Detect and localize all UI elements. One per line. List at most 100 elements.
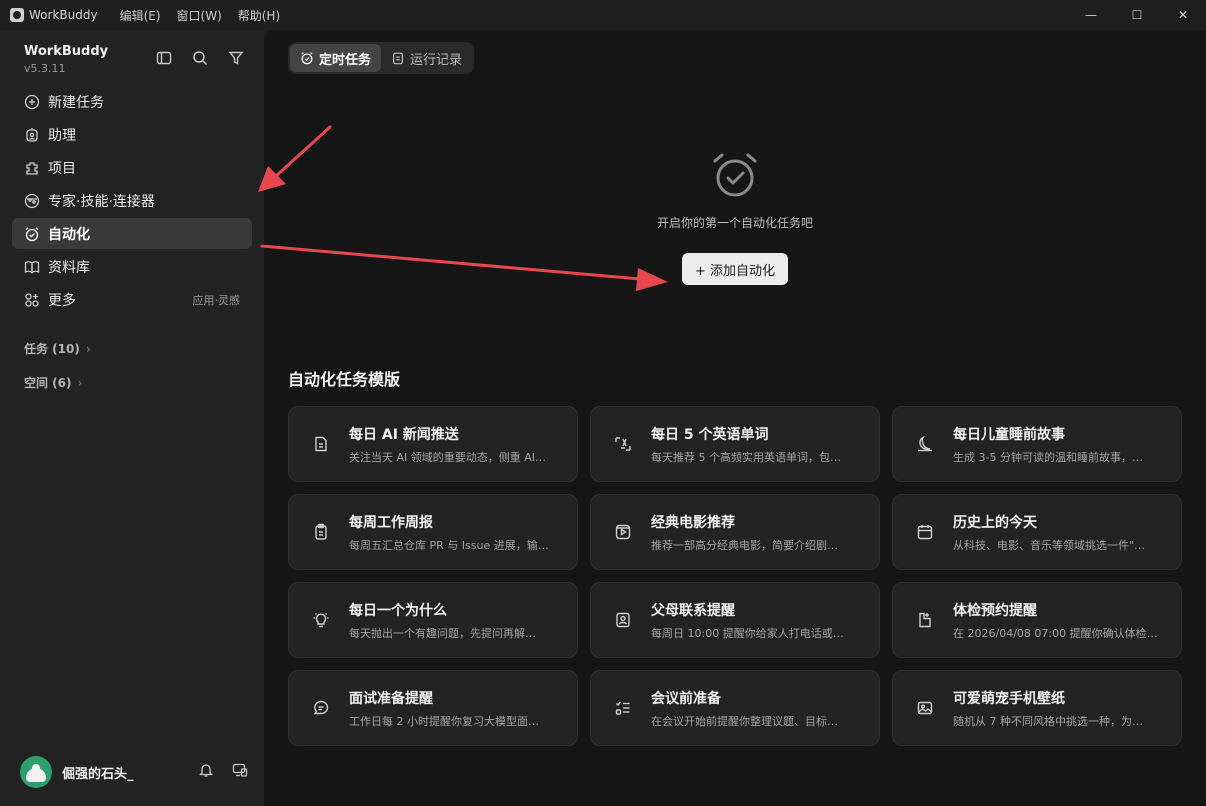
moon-icon: [915, 434, 935, 454]
project-icon: [24, 160, 40, 176]
menu-edit[interactable]: 编辑(E): [112, 7, 169, 24]
chat-bubble-icon: [311, 698, 331, 718]
template-card[interactable]: 会议前准备 在会议开始前提醒你整理议题、目标…: [590, 670, 880, 746]
template-desc: 从科技、电影、音乐等领域挑选一件"…: [953, 538, 1146, 552]
document-icon: [311, 434, 331, 454]
template-title: 面试准备提醒: [349, 690, 433, 707]
template-card[interactable]: 每日 AI 新闻推送关注当天 AI 领域的重要动态，侧重 AI…: [288, 406, 578, 482]
grid-plus-icon: [24, 292, 40, 308]
health-icon: [915, 610, 935, 630]
devices-icon[interactable]: [232, 762, 248, 782]
film-icon: [613, 522, 633, 542]
template-card[interactable]: 体检预约提醒在 2026/04/08 07:00 提醒你确认体检…: [892, 582, 1182, 658]
translate-icon: [613, 434, 633, 454]
title-bar: WorkBuddy 编辑(E) 窗口(W) 帮助(H) — ☐ ✕: [0, 0, 1206, 30]
empty-state: 开启你的第一个自动化任务吧 + 添加自动化: [264, 150, 1206, 285]
lightbulb-icon: [311, 610, 331, 630]
template-card[interactable]: 历史上的今天 从科技、电影、音乐等领域挑选一件"…: [892, 494, 1182, 570]
sidebar-item-label: 项目: [48, 160, 76, 177]
sidebar-item-experts[interactable]: 专家·技能·连接器: [12, 185, 252, 216]
sidebar-item-label: 更多: [48, 292, 76, 309]
alarm-clock-icon: [24, 226, 40, 242]
sidebar-item-automation[interactable]: 自动化: [12, 218, 252, 249]
template-desc: 关注当天 AI 领域的重要动态，侧重 AI…: [349, 450, 547, 464]
section-tasks[interactable]: 任务 (10) ›: [24, 340, 91, 357]
sidebar-item-label: 助理: [48, 127, 76, 144]
empty-state-text: 开启你的第一个自动化任务吧: [656, 216, 813, 230]
brand: WorkBuddy v5.3.11: [24, 44, 108, 75]
template-card[interactable]: 每周工作周报每周五汇总仓库 PR 与 Issue 进展，输…: [288, 494, 578, 570]
template-card[interactable]: 面试准备提醒工作日每 2 小时提醒你复习大模型面…: [288, 670, 578, 746]
template-title: 每日一个为什么: [349, 602, 447, 619]
tab-scheduled-tasks[interactable]: 定时任务: [290, 44, 382, 72]
search-icon[interactable]: [190, 48, 210, 68]
menu-bar: 编辑(E) 窗口(W) 帮助(H): [112, 7, 289, 24]
section-spaces[interactable]: 空间 (6) ›: [24, 374, 82, 391]
template-card[interactable]: 可爱萌宠手机壁纸 随机从 7 种不同风格中挑选一种，为…: [892, 670, 1182, 746]
tab-run-history[interactable]: 运行记录: [381, 44, 472, 72]
sidebar-nav: 新建任务 助理 项目 专家·技能·连接器 自动化 资料库 更多 应用·灵感: [12, 86, 252, 317]
app-version: v5.3.11: [24, 62, 66, 75]
template-card[interactable]: 父母联系提醒 每周日 10:00 提醒你给家人打电话或…: [590, 582, 880, 658]
template-desc: 每天推荐 5 个高频实用英语单词，包…: [651, 450, 841, 464]
template-desc: 生成 3-5 分钟可读的温和睡前故事，…: [953, 450, 1143, 464]
template-title: 体检预约提醒: [953, 602, 1037, 619]
minimize-button[interactable]: —: [1068, 0, 1114, 30]
filter-icon[interactable]: [226, 48, 246, 68]
template-title: 每日 AI 新闻推送: [349, 426, 459, 443]
sidebar-toggle-icon[interactable]: [154, 48, 174, 68]
template-title: 每日儿童睡前故事: [953, 426, 1065, 443]
user-bar: 倔强的石头_: [20, 756, 248, 788]
template-title: 会议前准备: [651, 690, 721, 707]
sidebar-tools: [154, 48, 246, 68]
window-controls: — ☐ ✕: [1068, 0, 1206, 30]
add-automation-button[interactable]: + 添加自动化: [681, 253, 789, 285]
template-desc: 工作日每 2 小时提醒你复习大模型面…: [349, 714, 539, 728]
template-card[interactable]: 每日儿童睡前故事生成 3-5 分钟可读的温和睡前故事，…: [892, 406, 1182, 482]
template-card[interactable]: 每日 5 个英语单词每天推荐 5 个高频实用英语单词，包…: [590, 406, 880, 482]
sidebar-item-assistant[interactable]: 助理: [12, 119, 252, 150]
section-tasks-label: 任务 (10): [24, 342, 80, 356]
sidebar-item-more[interactable]: 更多 应用·灵感: [12, 284, 252, 315]
menu-window[interactable]: 窗口(W): [169, 7, 230, 24]
template-title: 每日 5 个英语单词: [651, 426, 769, 443]
sidebar-item-project[interactable]: 项目: [12, 152, 252, 183]
book-icon: [24, 259, 40, 275]
calendar-icon: [915, 522, 935, 542]
template-card[interactable]: 经典电影推荐 推荐一部高分经典电影，简要介绍剧…: [590, 494, 880, 570]
brand-name: WorkBuddy: [24, 44, 109, 59]
template-title: 每周工作周报: [349, 514, 433, 531]
contact-icon: [613, 610, 633, 630]
sidebar-item-label: 新建任务: [48, 94, 104, 111]
chevron-right-icon: ›: [85, 341, 91, 356]
clipboard-icon: [311, 522, 331, 542]
close-button[interactable]: ✕: [1160, 0, 1206, 30]
sidebar-item-library[interactable]: 资料库: [12, 251, 252, 282]
tab-label: 定时任务: [319, 52, 372, 68]
template-card[interactable]: 每日一个为什么每天抛出一个有趣问题，先提问再解…: [288, 582, 578, 658]
user-name: 倔强的石头_: [62, 766, 134, 782]
template-desc: 每周五汇总仓库 PR 与 Issue 进展，输…: [349, 538, 549, 552]
templates-title: 自动化任务模版: [288, 370, 401, 389]
image-icon: [915, 698, 935, 718]
avatar[interactable]: [20, 756, 52, 788]
app-name: WorkBuddy: [29, 8, 98, 22]
sidebar: WorkBuddy v5.3.11 新建任务 助理 项目 专家·技能·连接器 自…: [0, 30, 264, 806]
menu-help[interactable]: 帮助(H): [230, 7, 288, 24]
template-title: 经典电影推荐: [651, 514, 735, 531]
chevron-right-icon: ›: [77, 375, 83, 390]
template-desc: 随机从 7 种不同风格中挑选一种，为…: [953, 714, 1143, 728]
alarm-clock-icon: [264, 150, 1206, 200]
template-desc: 每周日 10:00 提醒你给家人打电话或…: [651, 626, 844, 640]
sidebar-item-label: 自动化: [48, 226, 90, 243]
bell-icon[interactable]: [198, 762, 214, 782]
user-actions: [198, 762, 248, 782]
sidebar-item-new-task[interactable]: 新建任务: [12, 86, 252, 117]
alarm-clock-icon: [300, 51, 314, 65]
more-hint: 应用·灵感: [192, 293, 241, 307]
checklist-icon: [613, 698, 633, 718]
app-logo: WorkBuddy: [10, 8, 98, 22]
template-desc: 每天抛出一个有趣问题，先提问再解…: [349, 626, 536, 640]
main-panel: 定时任务 运行记录 开启你的第一个自动化任务吧 + 添加自动化 自动化任务模版 …: [264, 30, 1206, 806]
maximize-button[interactable]: ☐: [1114, 0, 1160, 30]
